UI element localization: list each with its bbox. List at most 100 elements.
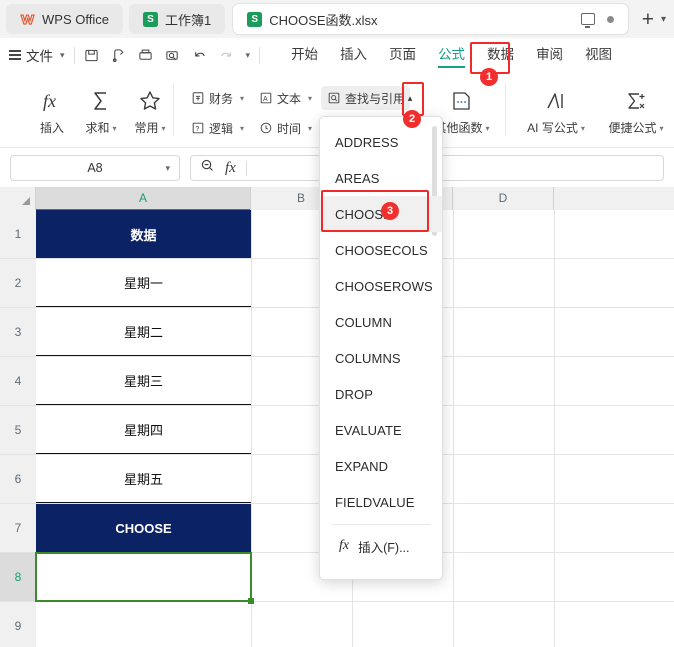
menu-item-evaluate[interactable]: EVALUATE <box>320 412 442 448</box>
file-menu-button[interactable]: 文件 ▾ <box>9 45 65 65</box>
fill-handle[interactable] <box>248 598 254 604</box>
zoom-out-icon[interactable] <box>200 158 215 178</box>
column-header-e[interactable] <box>554 187 674 210</box>
name-box-value: A8 <box>87 161 103 175</box>
ribbon-insert-function-button[interactable]: fx 插入 <box>24 84 80 136</box>
cell-a7[interactable]: CHOOSE <box>36 504 251 552</box>
ribbon-quick-formula-label: 便捷公式 ▾ <box>608 121 664 135</box>
wps-logo-icon <box>20 12 35 27</box>
quick-access-toolbar: ▾ <box>84 48 251 63</box>
cell-a6[interactable]: 星期五 <box>36 455 251 503</box>
ribbon-tab-insert[interactable]: 插入 <box>329 38 378 72</box>
new-tab-plus-icon[interactable]: + <box>642 9 654 30</box>
ribbon-time-button[interactable]: 时间 ▾ <box>253 116 317 140</box>
ribbon-lookup-reference-button[interactable]: 查找与引用 <box>321 86 411 110</box>
fx-icon: fx <box>339 538 350 553</box>
fx-icon: fx <box>39 84 65 118</box>
svg-text:fx: fx <box>43 91 56 111</box>
dot-icon[interactable] <box>606 15 614 23</box>
print-preview-icon[interactable] <box>165 48 180 63</box>
cell-a4[interactable]: 星期三 <box>36 357 251 405</box>
customize-chevron-icon[interactable]: ▾ <box>246 50 251 61</box>
chevron-down-icon: ▾ <box>60 49 65 60</box>
annotation-badge-3: 3 <box>381 202 399 220</box>
tab-choose-xlsx[interactable]: S CHOOSE函数.xlsx <box>233 4 628 34</box>
ribbon-common-label: 常用 ▾ <box>134 121 166 135</box>
row-header-7[interactable]: 7 <box>0 504 36 553</box>
row-header-2[interactable]: 2 <box>0 259 36 308</box>
tab-list-chevron-down-icon[interactable]: ▾ <box>661 14 666 25</box>
cell-a1[interactable]: 数据 <box>36 210 251 258</box>
gridline <box>453 210 454 647</box>
ribbon-logic-button[interactable]: ? 逻辑 ▾ <box>185 116 249 140</box>
ribbon-tab-view[interactable]: 视图 <box>574 38 623 72</box>
lookup-expand-arrow-button[interactable]: ▴ <box>400 86 420 110</box>
ribbon-common-button[interactable]: 常用 ▾ <box>122 84 178 136</box>
ribbon-tab-formula[interactable]: 公式 <box>427 38 476 72</box>
ribbon-insert-function-label: 插入 <box>39 121 64 135</box>
cell-a3[interactable]: 星期二 <box>36 308 251 356</box>
monitor-icon[interactable] <box>580 13 595 28</box>
formula-input[interactable] <box>256 158 654 178</box>
menu-item-choosecols[interactable]: CHOOSECOLS <box>320 232 442 268</box>
ribbon-finance-label: 财务 <box>209 91 234 106</box>
ribbon-ai-formula-button[interactable]: AI 写公式 ▾ <box>520 84 592 136</box>
redo-icon[interactable] <box>219 48 234 63</box>
row-header-6[interactable]: 6 <box>0 455 36 504</box>
chevron-down-icon: ▾ <box>112 124 117 133</box>
cell-a2[interactable]: 星期一 <box>36 259 251 307</box>
row-header-5[interactable]: 5 <box>0 406 36 455</box>
menu-item-areas[interactable]: AREAS <box>320 160 442 196</box>
chevron-down-icon[interactable]: ▾ <box>165 163 170 174</box>
row-header-9[interactable]: 9 <box>0 602 36 647</box>
sheet-icon: S <box>142 11 158 27</box>
ribbon-autosum-button[interactable]: 求和 ▾ <box>73 84 129 136</box>
menu-item-column[interactable]: COLUMN <box>320 304 442 340</box>
tab-workbook1-label: 工作簿1 <box>164 12 212 28</box>
ribbon-finance-button[interactable]: 财务 ▾ <box>185 86 249 110</box>
quick-formula-icon <box>623 84 649 118</box>
undo-icon[interactable] <box>192 48 207 63</box>
column-header-a[interactable]: A <box>36 187 251 211</box>
row-header-4[interactable]: 4 <box>0 357 36 406</box>
ribbon-tab-review[interactable]: 审阅 <box>525 38 574 72</box>
row-header-3[interactable]: 3 <box>0 308 36 357</box>
finance-icon <box>190 91 205 106</box>
chevron-down-icon: ▾ <box>240 123 245 133</box>
column-header-d[interactable]: D <box>453 187 554 210</box>
ribbon-quick-formula-button[interactable]: 便捷公式 ▾ <box>600 84 672 136</box>
menu-item-address[interactable]: ADDRESS <box>320 124 442 160</box>
save-as-icon[interactable] <box>111 48 126 63</box>
menu-item-fieldvalue[interactable]: FIELDVALUE <box>320 484 442 520</box>
menu-item-columns[interactable]: COLUMNS <box>320 340 442 376</box>
ribbon-tab-data[interactable]: 数据 <box>476 38 525 72</box>
svg-text:A: A <box>263 96 268 103</box>
name-box[interactable]: A8 ▾ <box>10 155 180 181</box>
lookup-reference-dropdown-menu: ADDRESS AREAS CHOOSE CHOOSECOLS CHOOSERO… <box>319 116 443 580</box>
cell-a5[interactable]: 星期四 <box>36 406 251 454</box>
active-cell-selection[interactable] <box>35 552 254 604</box>
select-all-corner[interactable] <box>0 187 36 210</box>
ribbon-tab-start[interactable]: 开始 <box>280 38 329 72</box>
tab-wps-office[interactable]: WPS Office <box>6 4 123 34</box>
print-icon[interactable] <box>138 48 153 63</box>
ribbon-time-label: 时间 <box>277 121 302 136</box>
menu-item-chooserows[interactable]: CHOOSEROWS <box>320 268 442 304</box>
tab-workbook1[interactable]: S 工作簿1 <box>128 4 226 34</box>
lookup-icon <box>326 91 341 106</box>
save-icon[interactable] <box>84 48 99 63</box>
sigma-icon <box>88 84 114 118</box>
menu-item-drop[interactable]: DROP <box>320 376 442 412</box>
row-header-8[interactable]: 8 <box>0 553 36 602</box>
row-header-1[interactable]: 1 <box>0 210 36 259</box>
ribbon-text-button[interactable]: A 文本 ▾ <box>253 86 317 110</box>
divider <box>173 84 174 136</box>
chevron-down-icon: ▾ <box>308 93 313 103</box>
menu-item-expand[interactable]: EXPAND <box>320 448 442 484</box>
ribbon-tab-page[interactable]: 页面 <box>378 38 427 72</box>
chevron-down-icon: ▾ <box>240 93 245 103</box>
fx-icon[interactable]: fx <box>225 160 236 177</box>
chevron-down-icon: ▾ <box>161 124 166 133</box>
menu-item-insert-function[interactable]: fx 插入(F)... <box>320 529 442 563</box>
clock-icon <box>258 121 273 136</box>
